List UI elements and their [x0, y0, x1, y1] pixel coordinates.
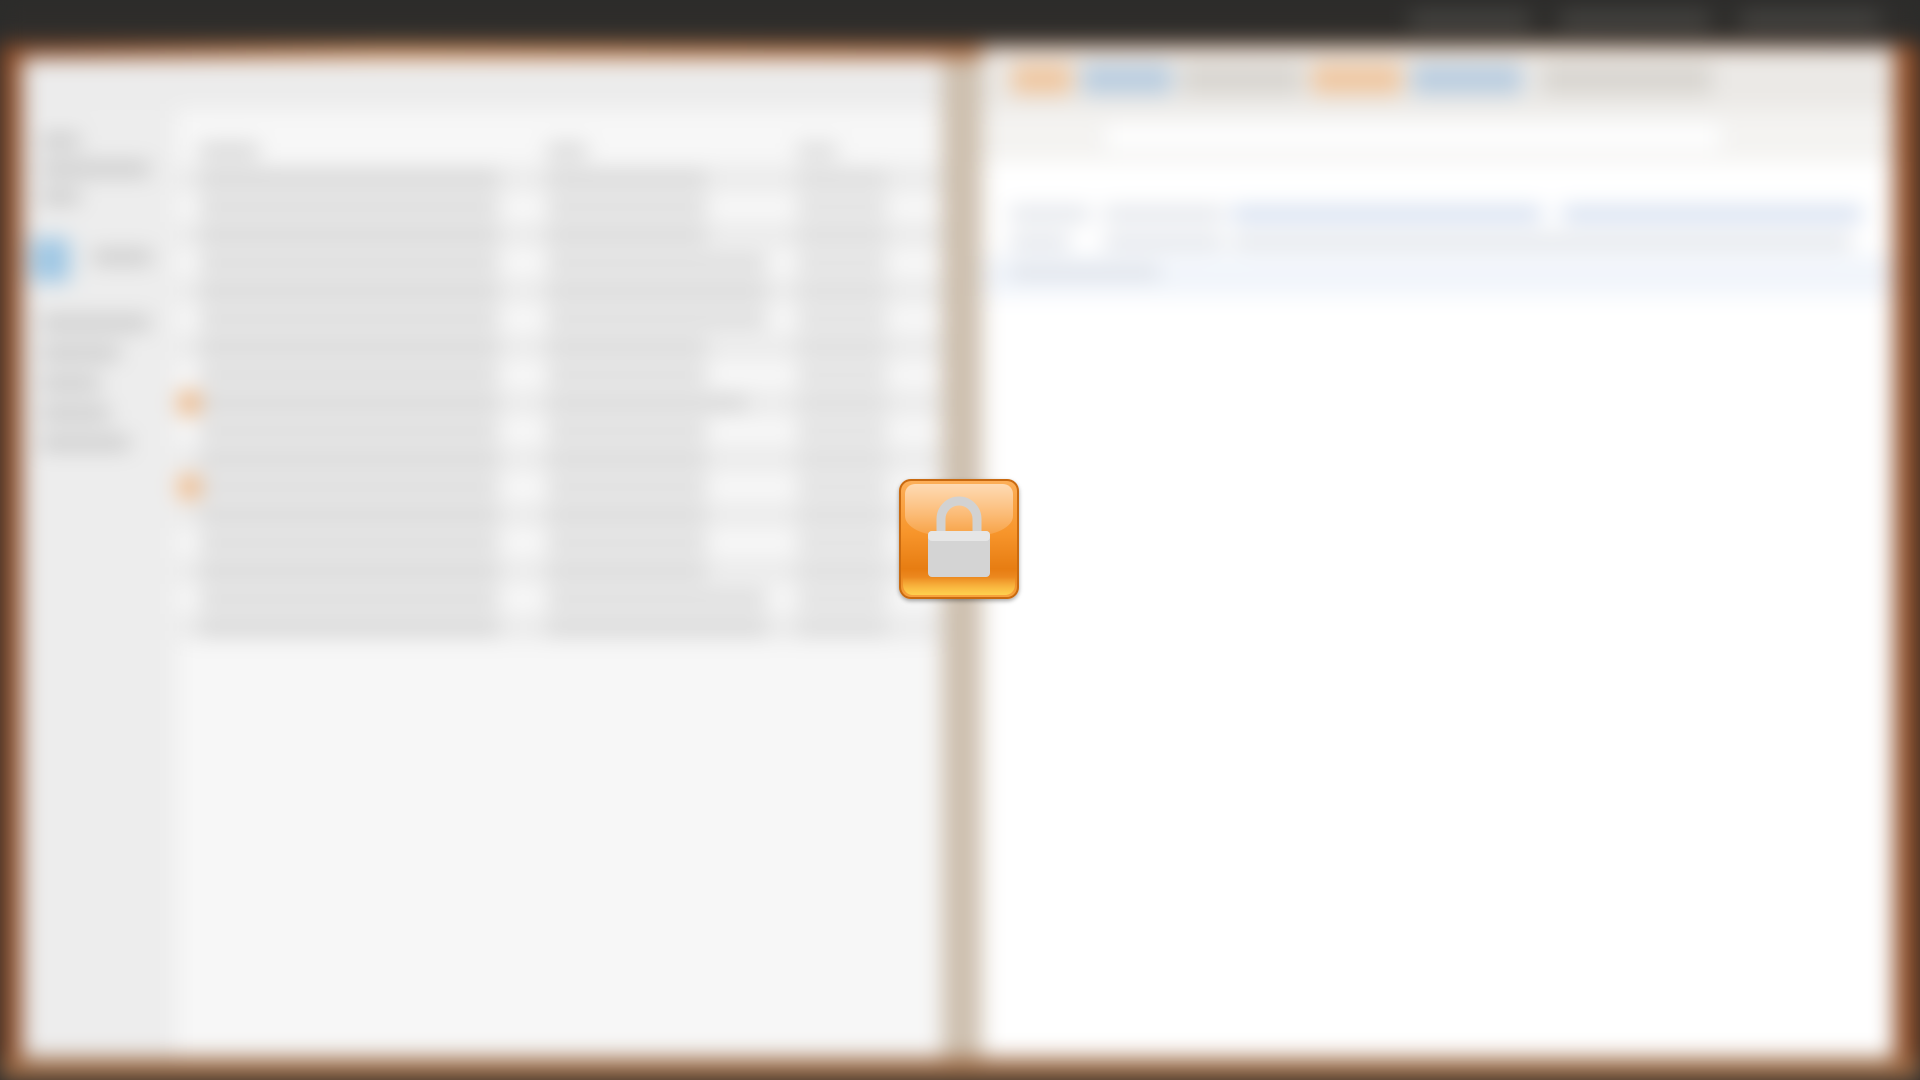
- text-line: [1010, 236, 1070, 248]
- tray-indicator: [1560, 12, 1710, 28]
- text-line: [1232, 208, 1542, 220]
- list-header: [177, 138, 942, 164]
- list-item: [177, 418, 942, 444]
- browser-tab: [1542, 64, 1712, 94]
- sidebar-item: [40, 190, 80, 204]
- browser-content: [982, 162, 1894, 1058]
- list-item: [177, 474, 942, 500]
- list-item: [177, 334, 942, 360]
- file-manager-titlebar: [22, 58, 942, 111]
- text-line: [1104, 236, 1224, 248]
- list-item: [177, 446, 942, 472]
- tray-indicator: [1410, 12, 1530, 28]
- sidebar-item: [40, 346, 120, 360]
- browser-window: [982, 48, 1894, 1058]
- list-item: [177, 530, 942, 556]
- sidebar-item: [40, 376, 100, 390]
- file-manager-window: [22, 58, 942, 1058]
- text-line: [1562, 208, 1862, 220]
- text-line: [1010, 208, 1090, 220]
- top-panel: [0, 0, 1920, 44]
- sidebar-item: [40, 406, 110, 420]
- file-manager-sidebar: [22, 110, 173, 1058]
- lock-screen: [0, 0, 1920, 1080]
- browser-tab: [1412, 64, 1522, 94]
- list-item: [177, 166, 942, 192]
- tray-indicator: [1740, 12, 1880, 28]
- list-item: [177, 306, 942, 332]
- text-line: [1232, 236, 1852, 248]
- sidebar-item: [40, 162, 150, 176]
- browser-navbar: [982, 110, 1894, 163]
- address-bar: [1102, 122, 1724, 152]
- browser-tabbar: [982, 48, 1894, 110]
- list-item: [177, 250, 942, 276]
- list-item: [177, 558, 942, 584]
- sidebar-selected-item: [30, 238, 70, 282]
- list-item: [177, 390, 942, 416]
- padlock-icon: [928, 496, 990, 577]
- text-line: [1104, 208, 1224, 220]
- sidebar-item: [92, 250, 152, 264]
- list-item: [177, 586, 942, 612]
- sidebar-item: [40, 316, 150, 330]
- list-item: [177, 222, 942, 248]
- browser-tab: [1182, 64, 1302, 94]
- list-item: [177, 194, 942, 220]
- list-item: [177, 502, 942, 528]
- desktop-bottom-edge: [0, 1058, 1920, 1080]
- sidebar-item: [40, 134, 80, 148]
- browser-tab: [1012, 64, 1072, 94]
- list-item: [177, 614, 942, 640]
- sidebar-item: [40, 436, 130, 450]
- file-list: [177, 110, 942, 1058]
- list-item: [177, 362, 942, 388]
- list-item: [177, 278, 942, 304]
- browser-tab: [1082, 64, 1172, 94]
- browser-tab: [1312, 64, 1402, 94]
- lock-button[interactable]: [899, 479, 1019, 599]
- text-line: [1010, 266, 1160, 278]
